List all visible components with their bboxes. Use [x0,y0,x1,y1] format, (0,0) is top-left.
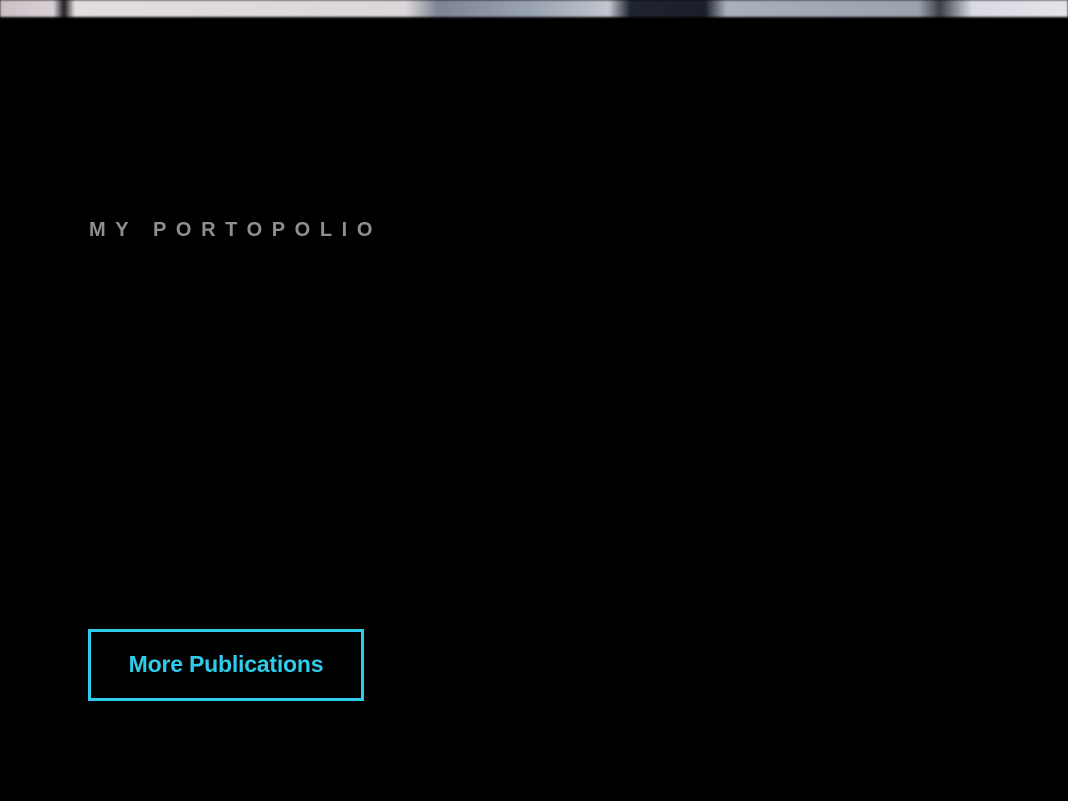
section-title: MY PORTOPOLIO [89,219,382,241]
more-publications-button[interactable]: More Publications [88,629,364,701]
more-publications-button-label: More Publications [128,650,324,677]
hero-image-strip [0,0,1068,17]
portfolio-section: MY PORTOPOLIO More Publications [0,0,1068,801]
